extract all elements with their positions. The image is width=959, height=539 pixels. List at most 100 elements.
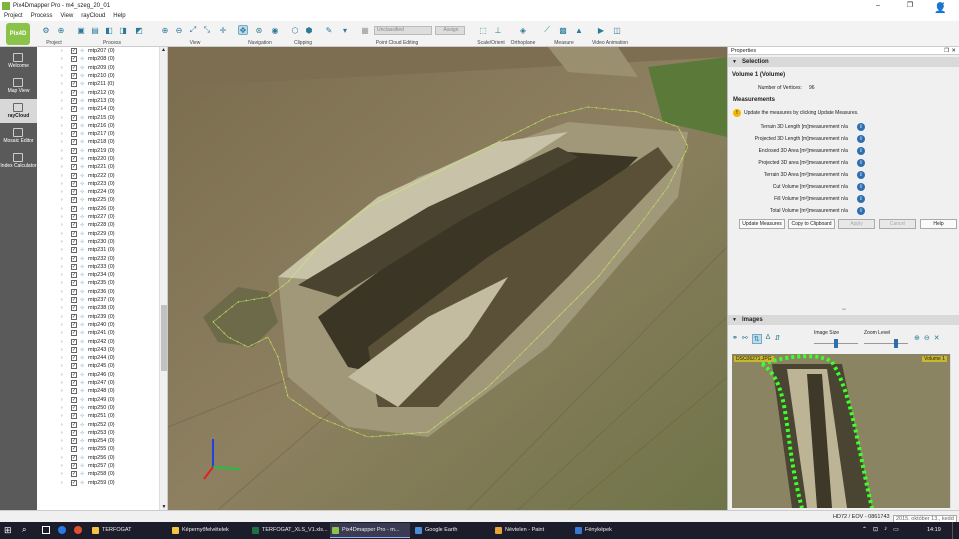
tree-item[interactable]: › ✓ ⊹ mtp222 (0) [37, 171, 167, 179]
expand-arrow-icon[interactable]: › [61, 363, 67, 369]
measure-volume-icon[interactable]: ▲ [574, 25, 584, 35]
tree-item[interactable]: › ✓ ⊹ mtp207 (0) [37, 47, 167, 55]
measure-surface-icon[interactable]: ▩ [558, 25, 568, 35]
zoom-level-slider-handle[interactable] [894, 339, 898, 348]
image-size-slider-handle[interactable] [834, 339, 838, 348]
expand-arrow-icon[interactable]: › [61, 48, 67, 54]
info-icon[interactable]: i [857, 195, 865, 203]
visibility-checkbox[interactable]: ✓ [71, 288, 77, 295]
visibility-checkbox[interactable]: ✓ [71, 330, 77, 337]
user-icon[interactable]: 👤 [934, 3, 946, 14]
tree-item[interactable]: › ✓ ⊹ mtp209 (0) [37, 64, 167, 72]
tree-item[interactable]: › ✓ ⊹ mtp259 (0) [37, 478, 167, 486]
zoom-in-icon[interactable]: ⊕ [914, 334, 920, 342]
class-combo[interactable]: Unclassified [374, 26, 432, 35]
visibility-checkbox[interactable]: ✓ [71, 471, 77, 478]
expand-arrow-icon[interactable]: › [61, 189, 67, 195]
visibility-checkbox[interactable]: ✓ [71, 164, 77, 171]
expand-arrow-icon[interactable]: › [61, 173, 67, 179]
visibility-checkbox[interactable]: ✓ [71, 263, 77, 270]
edit-select-icon[interactable]: ▾ [340, 25, 350, 35]
visibility-checkbox[interactable]: ✓ [71, 197, 77, 204]
tree-item[interactable]: › ✓ ⊹ mtp243 (0) [37, 346, 167, 354]
expand-arrow-icon[interactable]: › [61, 56, 67, 62]
visibility-checkbox[interactable]: ✓ [71, 380, 77, 387]
tree-item[interactable]: › ✓ ⊹ mtp237 (0) [37, 296, 167, 304]
apply-button[interactable]: Apply [838, 219, 875, 229]
expand-arrow-icon[interactable]: › [61, 297, 67, 303]
visibility-checkbox[interactable]: ✓ [71, 321, 77, 328]
expand-arrow-icon[interactable]: › [61, 413, 67, 419]
navigation-firstperson-icon[interactable]: ⊛ [254, 25, 264, 35]
edit-class-icon[interactable]: ▦ [360, 25, 370, 35]
process-step1-icon[interactable]: ▣ [76, 25, 86, 35]
expand-arrow-icon[interactable]: › [61, 455, 67, 461]
expand-arrow-icon[interactable]: › [61, 355, 67, 361]
expand-arrow-icon[interactable]: › [61, 206, 67, 212]
tray-chevron-icon[interactable]: ⌃ [862, 526, 867, 533]
expand-arrow-icon[interactable]: › [61, 123, 67, 129]
update-measures-button[interactable]: Update Measures [739, 219, 785, 229]
expand-arrow-icon[interactable]: › [61, 164, 67, 170]
visibility-checkbox[interactable]: ✓ [71, 189, 77, 196]
navigation-eye-icon[interactable]: ◉ [270, 25, 280, 35]
menu-raycloud[interactable]: rayCloud [81, 13, 105, 19]
visibility-checkbox[interactable]: ✓ [71, 305, 77, 312]
tree-item[interactable]: › ✓ ⊹ mtp258 (0) [37, 470, 167, 478]
expand-arrow-icon[interactable]: › [61, 322, 67, 328]
tree-item[interactable]: › ✓ ⊹ mtp247 (0) [37, 379, 167, 387]
view-center-icon[interactable]: ✛ [218, 25, 228, 35]
visibility-checkbox[interactable]: ✓ [71, 371, 77, 378]
tree-item[interactable]: › ✓ ⊹ mtp213 (0) [37, 97, 167, 105]
tree-item[interactable]: › ✓ ⊹ mtp234 (0) [37, 271, 167, 279]
visibility-checkbox[interactable]: ✓ [71, 346, 77, 353]
visibility-checkbox[interactable]: ✓ [71, 429, 77, 436]
expand-arrow-icon[interactable]: › [61, 156, 67, 162]
expand-arrow-icon[interactable]: › [61, 231, 67, 237]
expand-arrow-icon[interactable]: › [61, 397, 67, 403]
info-icon[interactable]: i [857, 171, 865, 179]
visibility-checkbox[interactable]: ✓ [71, 147, 77, 154]
tree-item[interactable]: › ✓ ⊹ mtp217 (0) [37, 130, 167, 138]
cancel-button[interactable]: Cancel [879, 219, 916, 229]
taskbar-item[interactable]: Fényképek [573, 523, 633, 538]
expand-arrow-icon[interactable]: › [61, 480, 67, 486]
info-icon[interactable]: i [857, 207, 865, 215]
tree-item[interactable]: › ✓ ⊹ mtp236 (0) [37, 288, 167, 296]
sidebar-item-map-view[interactable]: Map View [0, 74, 37, 98]
tree-item[interactable]: › ✓ ⊹ mtp221 (0) [37, 163, 167, 171]
tree-item[interactable]: › ✓ ⊹ mtp245 (0) [37, 362, 167, 370]
visibility-checkbox[interactable]: ✓ [71, 338, 77, 345]
expand-arrow-icon[interactable]: › [61, 305, 67, 311]
visibility-checkbox[interactable]: ✓ [71, 48, 77, 55]
firefox-icon[interactable] [74, 526, 82, 534]
info-icon[interactable]: i [857, 135, 865, 143]
tree-item[interactable]: › ✓ ⊹ mtp239 (0) [37, 313, 167, 321]
visibility-checkbox[interactable]: ✓ [71, 222, 77, 229]
visibility-checkbox[interactable]: ✓ [71, 97, 77, 104]
tree-item[interactable]: › ✓ ⊹ mtp210 (0) [37, 72, 167, 80]
tree-item[interactable]: › ✓ ⊹ mtp248 (0) [37, 387, 167, 395]
tree-item[interactable]: › ✓ ⊹ mtp235 (0) [37, 279, 167, 287]
info-icon[interactable]: i [857, 159, 865, 167]
expand-arrow-icon[interactable]: › [61, 181, 67, 187]
visibility-checkbox[interactable]: ✓ [71, 89, 77, 96]
visibility-checkbox[interactable]: ✓ [71, 205, 77, 212]
network-icon[interactable]: ⊡ [873, 526, 878, 533]
expand-arrow-icon[interactable]: › [61, 90, 67, 96]
panel-close-icon[interactable]: ✕ [951, 47, 956, 55]
visibility-checkbox[interactable]: ✓ [71, 446, 77, 453]
show-desktop-button[interactable] [952, 522, 959, 539]
tree-item[interactable]: › ✓ ⊹ mtp241 (0) [37, 329, 167, 337]
tree-item[interactable]: › ✓ ⊹ mtp256 (0) [37, 454, 167, 462]
expand-arrow-icon[interactable]: › [61, 81, 67, 87]
visibility-checkbox[interactable]: ✓ [71, 438, 77, 445]
visibility-checkbox[interactable]: ✓ [71, 454, 77, 461]
expand-arrow-icon[interactable]: › [61, 289, 67, 295]
expand-arrow-icon[interactable]: › [61, 214, 67, 220]
clipping-box-icon[interactable]: ⬡ [290, 25, 300, 35]
taskbar-item[interactable]: Névtelen - Paint [493, 523, 571, 538]
visibility-checkbox[interactable]: ✓ [71, 139, 77, 146]
tree-item[interactable]: › ✓ ⊹ mtp238 (0) [37, 304, 167, 312]
visibility-checkbox[interactable]: ✓ [71, 462, 77, 469]
